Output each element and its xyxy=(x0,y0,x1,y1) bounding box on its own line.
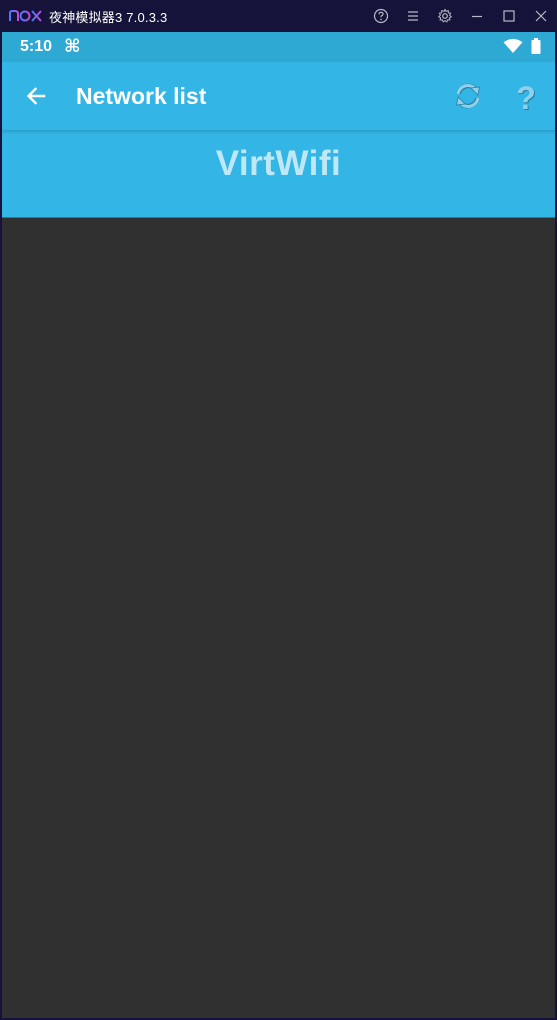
emulator-title-bar: 夜神模拟器3 7.0.3.3 xyxy=(0,0,557,32)
gear-icon[interactable] xyxy=(429,0,461,32)
status-time: 5:10 xyxy=(20,38,53,55)
android-screen: 5:10 ⌘ Network list ? VirtWifi xyxy=(2,32,555,1018)
page-title: Network list xyxy=(76,83,207,109)
network-list[interactable] xyxy=(2,218,555,1018)
maximize-icon[interactable] xyxy=(493,0,525,32)
arrow-back-icon xyxy=(24,84,48,113)
help-button[interactable]: ? xyxy=(506,78,546,118)
header-banner: VirtWifi xyxy=(2,134,555,217)
emulator-window-controls xyxy=(365,0,557,32)
menu-icon[interactable] xyxy=(397,0,429,32)
command-icon: ⌘ xyxy=(64,36,81,56)
status-icons xyxy=(495,38,541,54)
back-button[interactable] xyxy=(18,80,54,116)
minimize-icon[interactable] xyxy=(461,0,493,32)
nox-logo-icon xyxy=(9,9,43,23)
app-bar: Network list ? xyxy=(2,62,555,130)
refresh-icon xyxy=(452,80,484,117)
emulator-title: 夜神模拟器3 7.0.3.3 xyxy=(49,9,168,25)
close-icon[interactable] xyxy=(525,0,557,32)
help-icon: ? xyxy=(516,80,536,116)
help-circle-icon[interactable] xyxy=(365,0,397,32)
battery-icon xyxy=(523,38,541,54)
banner-title: VirtWifi xyxy=(215,144,342,183)
refresh-button[interactable] xyxy=(448,78,488,118)
emulator-window: 夜神模拟器3 7.0.3.3 5:10 ⌘ Network list ? Vir… xyxy=(0,0,557,1020)
status-bar: 5:10 ⌘ xyxy=(2,32,555,62)
wifi-icon xyxy=(495,38,523,54)
